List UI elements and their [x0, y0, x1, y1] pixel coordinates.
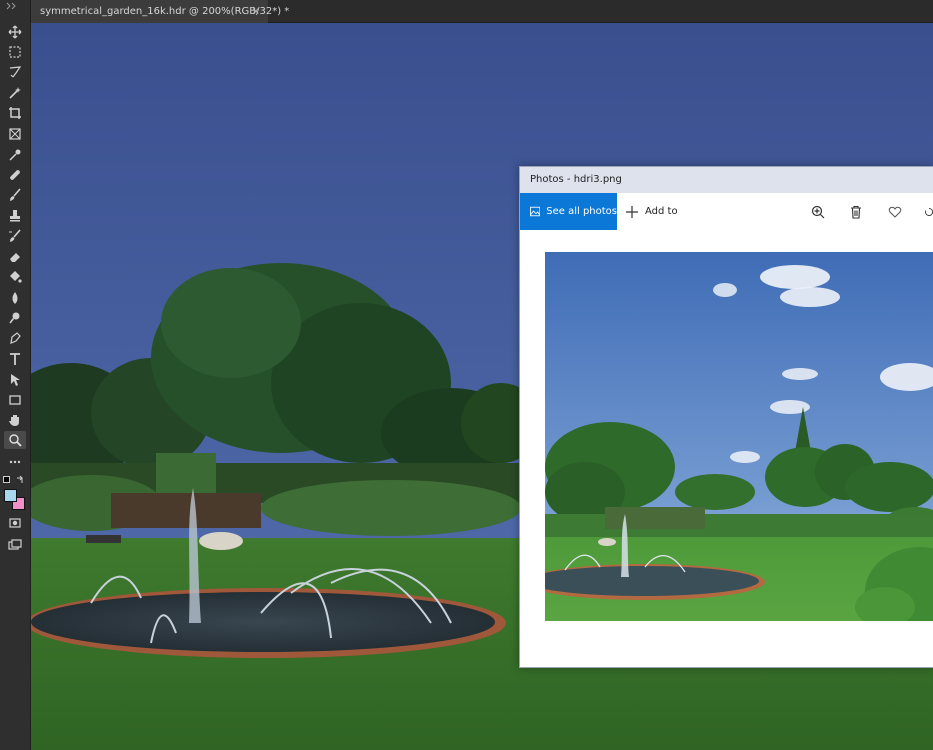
brush-icon — [10, 188, 21, 201]
pen-tool[interactable] — [4, 329, 26, 347]
pen-icon — [10, 332, 21, 344]
swap-colors-icon[interactable] — [16, 475, 25, 484]
see-all-photos-button[interactable]: See all photos — [520, 193, 617, 230]
blur-tool[interactable] — [4, 289, 26, 307]
move-tool[interactable] — [4, 23, 26, 41]
foreground-color-swatch[interactable] — [4, 489, 17, 502]
type-tool[interactable] — [4, 350, 26, 368]
add-to-label: Add to — [645, 206, 678, 217]
photos-titlebar[interactable]: Photos - hdri3.png — [520, 167, 933, 193]
dodge-icon — [9, 312, 20, 324]
hand-tool[interactable] — [4, 411, 26, 429]
lasso-icon — [9, 66, 22, 78]
zoom-in-icon — [811, 205, 825, 219]
quick-mask-icon — [9, 518, 21, 528]
delete-button[interactable] — [848, 204, 864, 220]
rotate-icon — [925, 207, 933, 216]
dodge-tool[interactable] — [4, 309, 26, 327]
tools-panel — [0, 0, 31, 750]
stamp-tool[interactable] — [4, 207, 26, 225]
document-tab[interactable]: symmetrical_garden_16k.hdr @ 200%(RGB/32… — [31, 0, 289, 23]
healing-icon — [10, 170, 20, 180]
photo-gallery-icon — [530, 206, 541, 217]
zoom-in-button[interactable] — [810, 204, 826, 220]
tab-close-icon[interactable]: × — [252, 0, 260, 23]
photo-viewer-image[interactable] — [545, 252, 933, 621]
eraser-icon — [10, 253, 20, 262]
history-brush-icon — [9, 229, 21, 242]
screen-mode-icon — [8, 539, 22, 550]
magic-wand-icon — [9, 87, 21, 99]
paint-bucket-icon — [10, 271, 22, 283]
healing-tool[interactable] — [4, 166, 26, 184]
marquee-icon — [9, 46, 21, 58]
screen-mode-button[interactable] — [4, 536, 26, 554]
see-all-photos-label: See all photos — [546, 206, 617, 217]
stamp-icon — [10, 210, 20, 222]
marquee-tool[interactable] — [4, 43, 26, 61]
add-to-button[interactable]: Add to — [626, 193, 678, 230]
move-icon — [8, 25, 22, 39]
blur-icon — [12, 292, 18, 304]
default-colors-icon[interactable] — [3, 476, 10, 483]
paint-bucket-tool[interactable] — [4, 268, 26, 286]
lasso-tool[interactable] — [4, 63, 26, 81]
collapse-panel-icon[interactable] — [6, 2, 18, 10]
rectangle-tool[interactable] — [4, 391, 26, 409]
favorite-button[interactable] — [887, 204, 903, 220]
zoom-icon — [9, 434, 22, 447]
photos-window: Photos - hdri3.png See all photos Add to — [519, 166, 933, 668]
quick-mask-button[interactable] — [4, 514, 26, 532]
rotate-button[interactable] — [924, 204, 933, 220]
more-tools-icon — [9, 460, 21, 464]
brush-tool[interactable] — [4, 186, 26, 204]
crop-tool[interactable] — [4, 104, 26, 122]
magic-wand-tool[interactable] — [4, 84, 26, 102]
frame-tool[interactable] — [4, 125, 26, 143]
photos-window-title: Photos - hdri3.png — [530, 174, 622, 185]
hdri3-photo — [545, 252, 933, 621]
delete-icon — [851, 205, 861, 219]
eyedropper-icon — [9, 149, 21, 161]
rectangle-icon — [9, 395, 21, 405]
crop-icon — [9, 107, 21, 119]
history-brush-tool[interactable] — [4, 227, 26, 245]
zoom-tool[interactable] — [4, 431, 26, 449]
frame-icon — [9, 128, 21, 140]
favorite-icon — [888, 206, 902, 218]
eyedropper-tool[interactable] — [4, 146, 26, 164]
document-tab-bar: symmetrical_garden_16k.hdr @ 200%(RGB/32… — [0, 0, 933, 23]
hand-icon — [9, 415, 19, 426]
path-select-icon — [11, 374, 20, 386]
type-icon — [10, 353, 20, 365]
plus-icon — [626, 205, 638, 218]
more-tools-button[interactable] — [4, 453, 26, 471]
path-select-tool[interactable] — [4, 371, 26, 389]
eraser-tool[interactable] — [4, 248, 26, 266]
photos-command-bar: See all photos Add to — [520, 193, 933, 230]
desktop: symmetrical_garden_16k.hdr @ 200%(RGB/32… — [0, 0, 933, 750]
